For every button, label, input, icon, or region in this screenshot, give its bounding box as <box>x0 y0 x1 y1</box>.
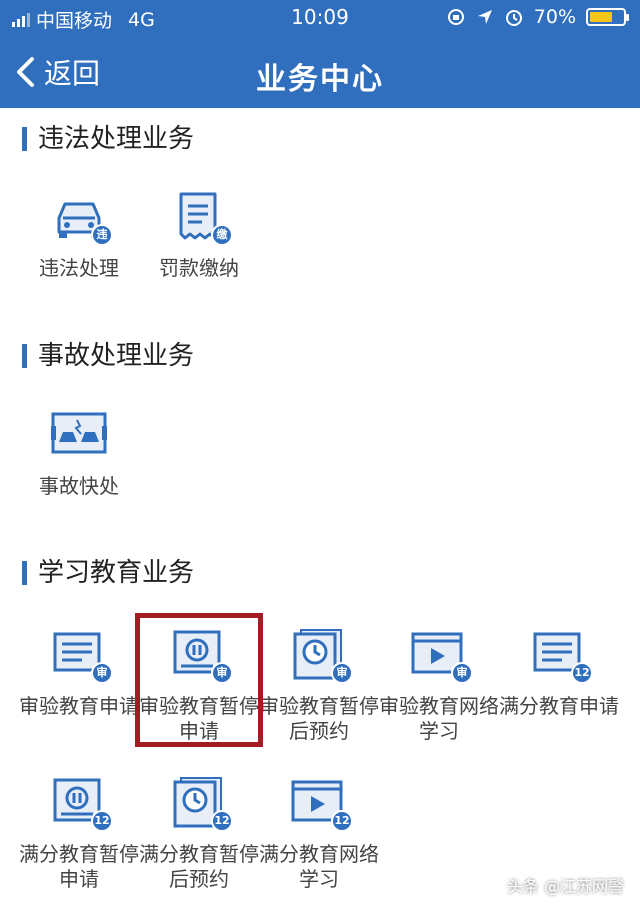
top-bar: 中国移动 4G 10:09 70% 返回 业务中心 <box>0 0 640 108</box>
service-item[interactable]: 12 满分教育暂停后预约 <box>137 774 261 892</box>
battery-percent: 70% <box>533 6 576 28</box>
accident-icon <box>49 406 109 462</box>
service-label: 满分教育申请 <box>499 694 619 718</box>
section-title-accident: 事故处理业务 <box>22 341 194 371</box>
icon-badge: 审 <box>331 662 353 684</box>
service-item[interactable]: 违违法处理 <box>17 188 141 281</box>
section-title-violation: 违法处理业务 <box>22 124 194 154</box>
receipt-icon: 缴 <box>169 188 233 246</box>
service-label: 满分教育暂停后预约 <box>139 842 259 891</box>
service-item[interactable]: 12 满分教育申请 <box>497 626 621 719</box>
icon-badge: 12 <box>211 810 233 832</box>
car-icon: 违 <box>49 188 113 246</box>
pause-icon: 12 <box>49 774 113 832</box>
icon-badge: 审 <box>451 662 473 684</box>
icon-badge: 12 <box>331 810 353 832</box>
form-icon: 审 <box>49 626 113 684</box>
icon-badge: 违 <box>91 224 113 246</box>
service-item[interactable]: 审审验教育网络学习 <box>377 626 501 744</box>
video-icon: 12 <box>289 774 353 832</box>
form-icon: 12 <box>529 626 593 684</box>
icon-badge: 审 <box>91 662 113 684</box>
service-item[interactable]: 审审验教育申请 <box>17 626 141 719</box>
page-title: 业务中心 <box>256 62 384 97</box>
service-label: 违法处理 <box>39 256 119 280</box>
service-item[interactable]: 12 满分教育暂停申请 <box>17 774 141 892</box>
highlight-box <box>135 613 263 747</box>
service-label: 罚款缴纳 <box>159 256 239 280</box>
icon-badge: 12 <box>91 810 113 832</box>
service-item[interactable]: 审审验教育暂停后预约 <box>257 626 381 744</box>
service-label: 满分教育暂停申请 <box>19 842 139 891</box>
service-label: 审验教育暂停后预约 <box>259 694 379 743</box>
service-item[interactable]: 事故快处 <box>17 406 141 499</box>
service-label: 满分教育网络学习 <box>259 842 379 891</box>
clock-icon: 审 <box>289 626 353 684</box>
battery-icon <box>586 8 629 26</box>
service-label: 事故快处 <box>39 474 119 498</box>
status-bar: 中国移动 4G 10:09 70% <box>0 0 640 36</box>
watermark: 头条 @江苏网警 <box>506 877 624 896</box>
service-item[interactable]: 12 满分教育网络学习 <box>257 774 381 892</box>
nav-bar: 返回 业务中心 <box>0 38 640 106</box>
service-label: 审验教育申请 <box>19 694 139 718</box>
clock-icon: 12 <box>169 774 233 832</box>
service-item[interactable]: 缴罚款缴纳 <box>137 188 261 281</box>
rotation-lock-icon <box>447 9 464 25</box>
alarm-icon <box>505 10 522 26</box>
location-icon <box>477 10 492 24</box>
service-label: 审验教育网络学习 <box>379 694 499 743</box>
section-title-education: 学习教育业务 <box>22 558 194 588</box>
icon-badge: 12 <box>571 662 593 684</box>
icon-badge: 缴 <box>211 224 233 246</box>
video-icon: 审 <box>409 626 473 684</box>
